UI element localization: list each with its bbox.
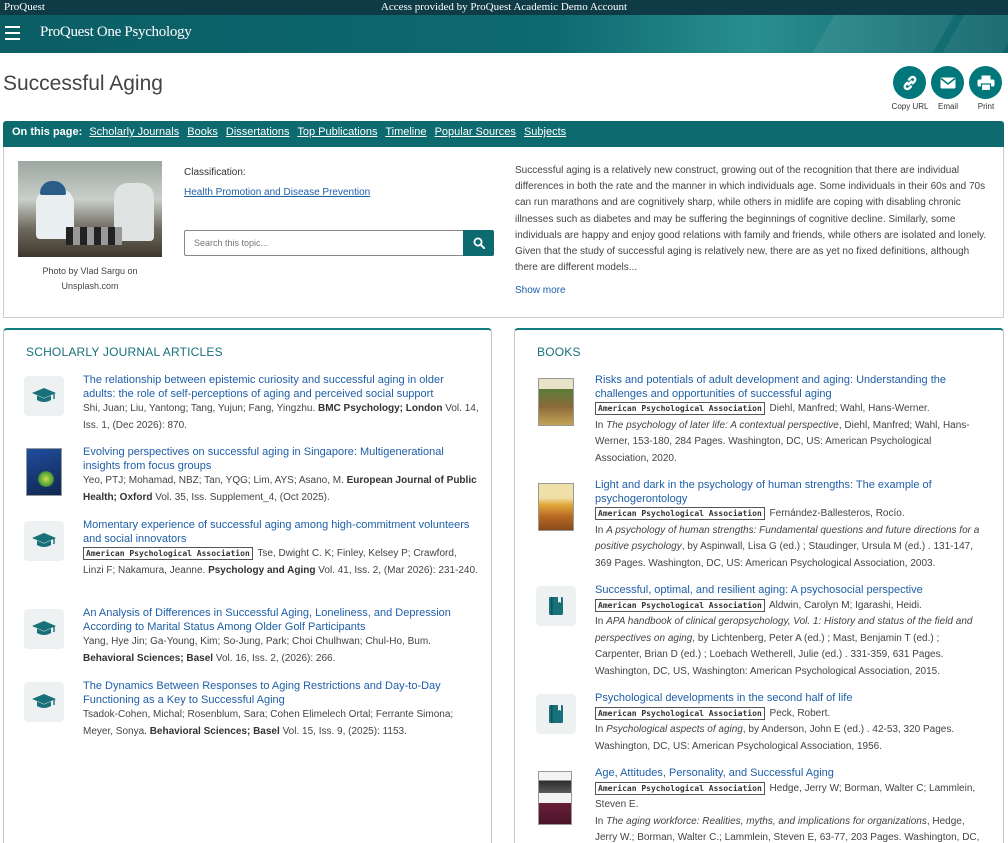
publisher-badge: American Psychological Association <box>595 402 765 415</box>
topic-photo <box>18 161 162 257</box>
topic-search <box>184 230 494 256</box>
jump-top-publications[interactable]: Top Publications <box>297 126 377 138</box>
jump-subjects[interactable]: Subjects <box>524 126 566 138</box>
topic-search-input[interactable] <box>184 230 464 256</box>
search-button[interactable] <box>463 230 494 256</box>
on-this-page-label: On this page: <box>12 126 83 138</box>
print-icon[interactable] <box>969 66 1002 99</box>
product-name[interactable]: ProQuest One Psychology <box>40 24 192 41</box>
graduation-cap-icon <box>24 521 64 561</box>
print-label: Print <box>977 102 995 111</box>
topic-overview: Photo by Vlad Sargu on Unsplash.com Clas… <box>3 147 1004 318</box>
show-more-link[interactable]: Show more <box>515 285 566 296</box>
jump-popular-sources[interactable]: Popular Sources <box>435 126 516 138</box>
book-cover-image <box>538 771 572 825</box>
publisher-badge: American Psychological Association <box>595 706 765 720</box>
section-heading: BOOKS <box>537 345 581 359</box>
book-cover-image <box>538 378 574 426</box>
email-icon[interactable] <box>931 66 964 99</box>
top-access-bar: ProQuest Access provided by ProQuest Aca… <box>0 0 1008 15</box>
scholarly-journals-panel: SCHOLARLY JOURNAL ARTICLES The relations… <box>3 328 492 843</box>
jump-books[interactable]: Books <box>187 126 218 138</box>
article-title-link[interactable]: Evolving perspectives on successful agin… <box>83 446 479 473</box>
book-title-link[interactable]: Light and dark in the psychology of huma… <box>595 479 986 506</box>
page-title: Successful Aging <box>3 72 163 95</box>
book-title-link[interactable]: Psychological developments in the second… <box>595 692 986 706</box>
link-icon[interactable] <box>893 66 926 99</box>
print-action[interactable]: Print <box>969 66 1003 111</box>
article-title-link[interactable]: The relationship between epistemic curio… <box>83 374 479 401</box>
book-icon <box>536 694 576 734</box>
product-navbar: ProQuest One Psychology <box>0 15 1008 53</box>
classification-link[interactable]: Health Promotion and Disease Prevention <box>184 187 370 198</box>
article-title-link[interactable]: Momentary experience of successful aging… <box>83 519 479 546</box>
publisher-badge: American Psychological Association <box>595 598 765 612</box>
book-title-link[interactable]: Age, Attitudes, Personality, and Success… <box>595 767 986 781</box>
books-panel: BOOKS Risks and potentials of adult deve… <box>514 328 1004 843</box>
book-icon <box>536 586 576 626</box>
section-heading: SCHOLARLY JOURNAL ARTICLES <box>26 345 223 359</box>
publisher-badge: American Psychological Association <box>595 507 765 520</box>
book-title-link[interactable]: Risks and potentials of adult developmen… <box>595 374 986 401</box>
hamburger-menu-icon[interactable] <box>5 26 20 40</box>
on-this-page-nav: On this page: Scholarly Journals Books D… <box>3 121 1004 147</box>
book-title-link[interactable]: Successful, optimal, and resilient aging… <box>595 584 986 598</box>
search-icon <box>473 237 485 249</box>
publisher-badge: American Psychological Association <box>595 781 765 795</box>
article-title-link[interactable]: An Analysis of Differences in Successful… <box>83 607 479 634</box>
article-title-link[interactable]: The Dynamics Between Responses to Aging … <box>83 680 479 707</box>
graduation-cap-icon <box>24 609 64 649</box>
jump-scholarly-journals[interactable]: Scholarly Journals <box>89 126 179 138</box>
email-action[interactable]: Email <box>931 66 965 111</box>
graduation-cap-icon <box>24 682 64 722</box>
journal-cover-image <box>26 448 62 496</box>
publisher-badge: American Psychological Association <box>83 547 253 560</box>
access-notice: Access provided by ProQuest Academic Dem… <box>380 1 628 13</box>
graduation-cap-icon <box>24 376 64 416</box>
topic-description: Successful aging is a relatively new con… <box>515 165 987 274</box>
copy-url-action[interactable]: Copy URL <box>892 66 928 111</box>
book-cover-image <box>538 483 574 531</box>
classification-label: Classification: <box>184 167 246 178</box>
jump-dissertations[interactable]: Dissertations <box>226 126 290 138</box>
photo-credit: Photo by Vlad Sargu on Unsplash.com <box>42 266 138 291</box>
jump-timeline[interactable]: Timeline <box>385 126 426 138</box>
